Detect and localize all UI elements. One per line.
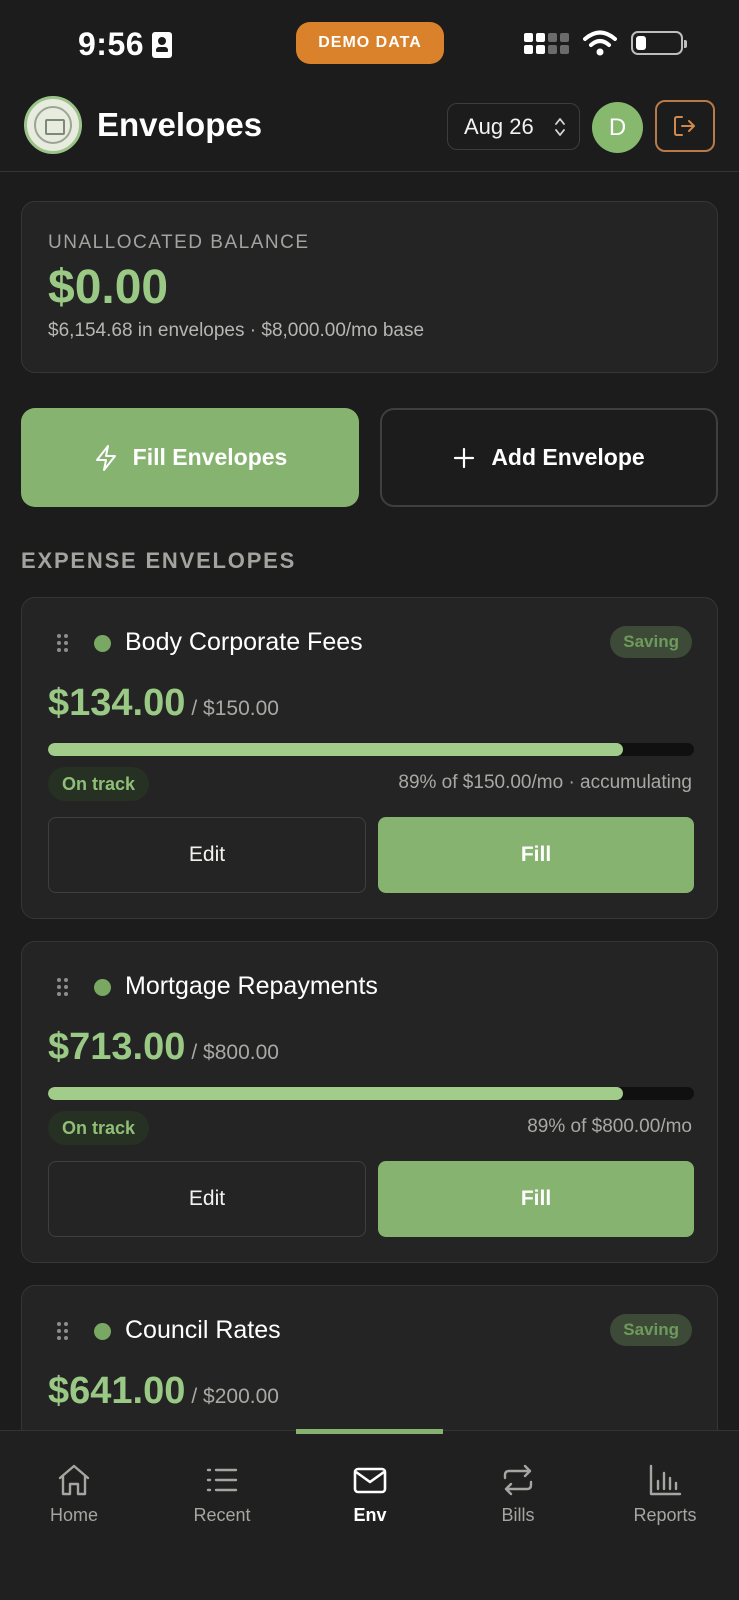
fill-button[interactable]: Fill <box>378 1161 694 1237</box>
envelope-progress-fill <box>48 1087 623 1100</box>
add-envelope-label: Add Envelope <box>491 444 645 470</box>
add-envelope-button[interactable]: Add Envelope <box>380 408 718 507</box>
envelope-note: 89% of $150.00/mo · accumulating <box>398 772 692 793</box>
saving-badge: Saving <box>610 1314 692 1346</box>
fill-envelopes-label: Fill Envelopes <box>132 444 288 470</box>
status-dot <box>94 979 111 996</box>
cellular-signal-icon <box>524 32 569 54</box>
battery-icon <box>631 31 687 55</box>
edit-button[interactable]: Edit <box>48 1161 366 1237</box>
logout-icon <box>674 116 695 136</box>
envelope-target: / $150.00 <box>191 697 279 720</box>
envelope-name: Mortgage Repayments <box>125 972 378 1000</box>
status-dot <box>94 1323 111 1340</box>
status-indicators <box>524 30 687 56</box>
fill-envelopes-button[interactable]: Fill Envelopes <box>21 408 359 507</box>
plus-icon <box>454 447 475 468</box>
envelope-card: Body Corporate Fees Saving $134.00/ $150… <box>21 597 718 919</box>
bar-chart-icon <box>649 1464 682 1496</box>
nav-envelopes[interactable]: Env <box>296 1463 444 1526</box>
saving-badge: Saving <box>610 626 692 658</box>
nav-bills-label: Bills <box>501 1505 535 1525</box>
lightning-icon <box>95 444 116 471</box>
nav-reports[interactable]: Reports <box>591 1463 739 1526</box>
envelope-amount: $713.00/ $800.00 <box>48 1026 279 1069</box>
envelope-progress-bar <box>48 743 694 756</box>
month-selector[interactable]: Aug 26 <box>447 103 580 150</box>
fill-button[interactable]: Fill <box>378 817 694 893</box>
status-dot <box>94 635 111 652</box>
envelope-icon <box>353 1467 387 1494</box>
active-tab-indicator <box>296 1429 443 1434</box>
envelope-target: / $200.00 <box>191 1385 279 1408</box>
balance-label: UNALLOCATED BALANCE <box>48 232 310 253</box>
envelope-target: / $800.00 <box>191 1041 279 1064</box>
logout-button[interactable] <box>655 100 715 152</box>
nav-recent[interactable]: Recent <box>148 1463 296 1526</box>
drag-handle-icon[interactable] <box>57 978 68 996</box>
edit-button[interactable]: Edit <box>48 817 366 893</box>
drag-handle-icon[interactable] <box>57 634 68 652</box>
demo-data-badge: DEMO DATA <box>296 22 444 64</box>
wifi-icon <box>583 30 617 56</box>
envelope-progress-bar <box>48 1087 694 1100</box>
nav-home-label: Home <box>49 1505 98 1525</box>
nav-envelopes-label: Env <box>353 1505 387 1525</box>
nav-reports-label: Reports <box>633 1505 697 1525</box>
chevron-up-down-icon <box>555 118 565 136</box>
envelope-name: Body Corporate Fees <box>125 628 363 656</box>
envelope-note: 89% of $800.00/mo <box>527 1116 692 1137</box>
envelope-amount-value: $713.00 <box>48 1026 186 1068</box>
on-track-badge: On track <box>48 1111 150 1145</box>
envelope-progress-fill <box>48 743 623 756</box>
balance-summary: $6,154.68 in envelopes · $8,000.00/mo ba… <box>48 320 425 341</box>
status-time: 9:56 <box>78 26 173 63</box>
page-title: Envelopes <box>97 106 263 143</box>
contact-card-icon <box>152 31 173 58</box>
section-title: EXPENSE ENVELOPES <box>21 548 297 573</box>
balance-value: $0.00 <box>48 261 169 314</box>
nav-home[interactable]: Home <box>0 1463 148 1526</box>
user-avatar[interactable]: D <box>592 102 643 153</box>
drag-handle-icon[interactable] <box>57 1322 68 1340</box>
home-icon <box>58 1464 90 1496</box>
envelope-amount: $134.00/ $150.00 <box>48 682 279 725</box>
list-icon <box>206 1468 238 1492</box>
app-logo <box>24 96 82 154</box>
app-header: Envelopes Aug 26 D <box>0 88 739 172</box>
month-selector-value: Aug 26 <box>464 113 534 139</box>
status-time-text: 9:56 <box>78 26 145 62</box>
envelope-amount-value: $134.00 <box>48 682 186 724</box>
nav-bills[interactable]: Bills <box>444 1463 592 1526</box>
unallocated-balance-card: UNALLOCATED BALANCE $0.00 $6,154.68 in e… <box>21 201 718 373</box>
nav-recent-label: Recent <box>193 1505 251 1525</box>
status-bar: 9:56 DEMO DATA <box>0 0 739 88</box>
envelope-name: Council Rates <box>125 1316 281 1344</box>
envelope-amount-value: $641.00 <box>48 1370 186 1412</box>
envelope-card: Mortgage Repayments $713.00/ $800.00 On … <box>21 941 718 1263</box>
envelope-amount: $641.00/ $200.00 <box>48 1370 279 1413</box>
on-track-badge: On track <box>48 767 150 801</box>
repeat-icon <box>503 1464 533 1496</box>
bottom-nav: Home Recent Env Bills Reports <box>0 1429 739 1600</box>
